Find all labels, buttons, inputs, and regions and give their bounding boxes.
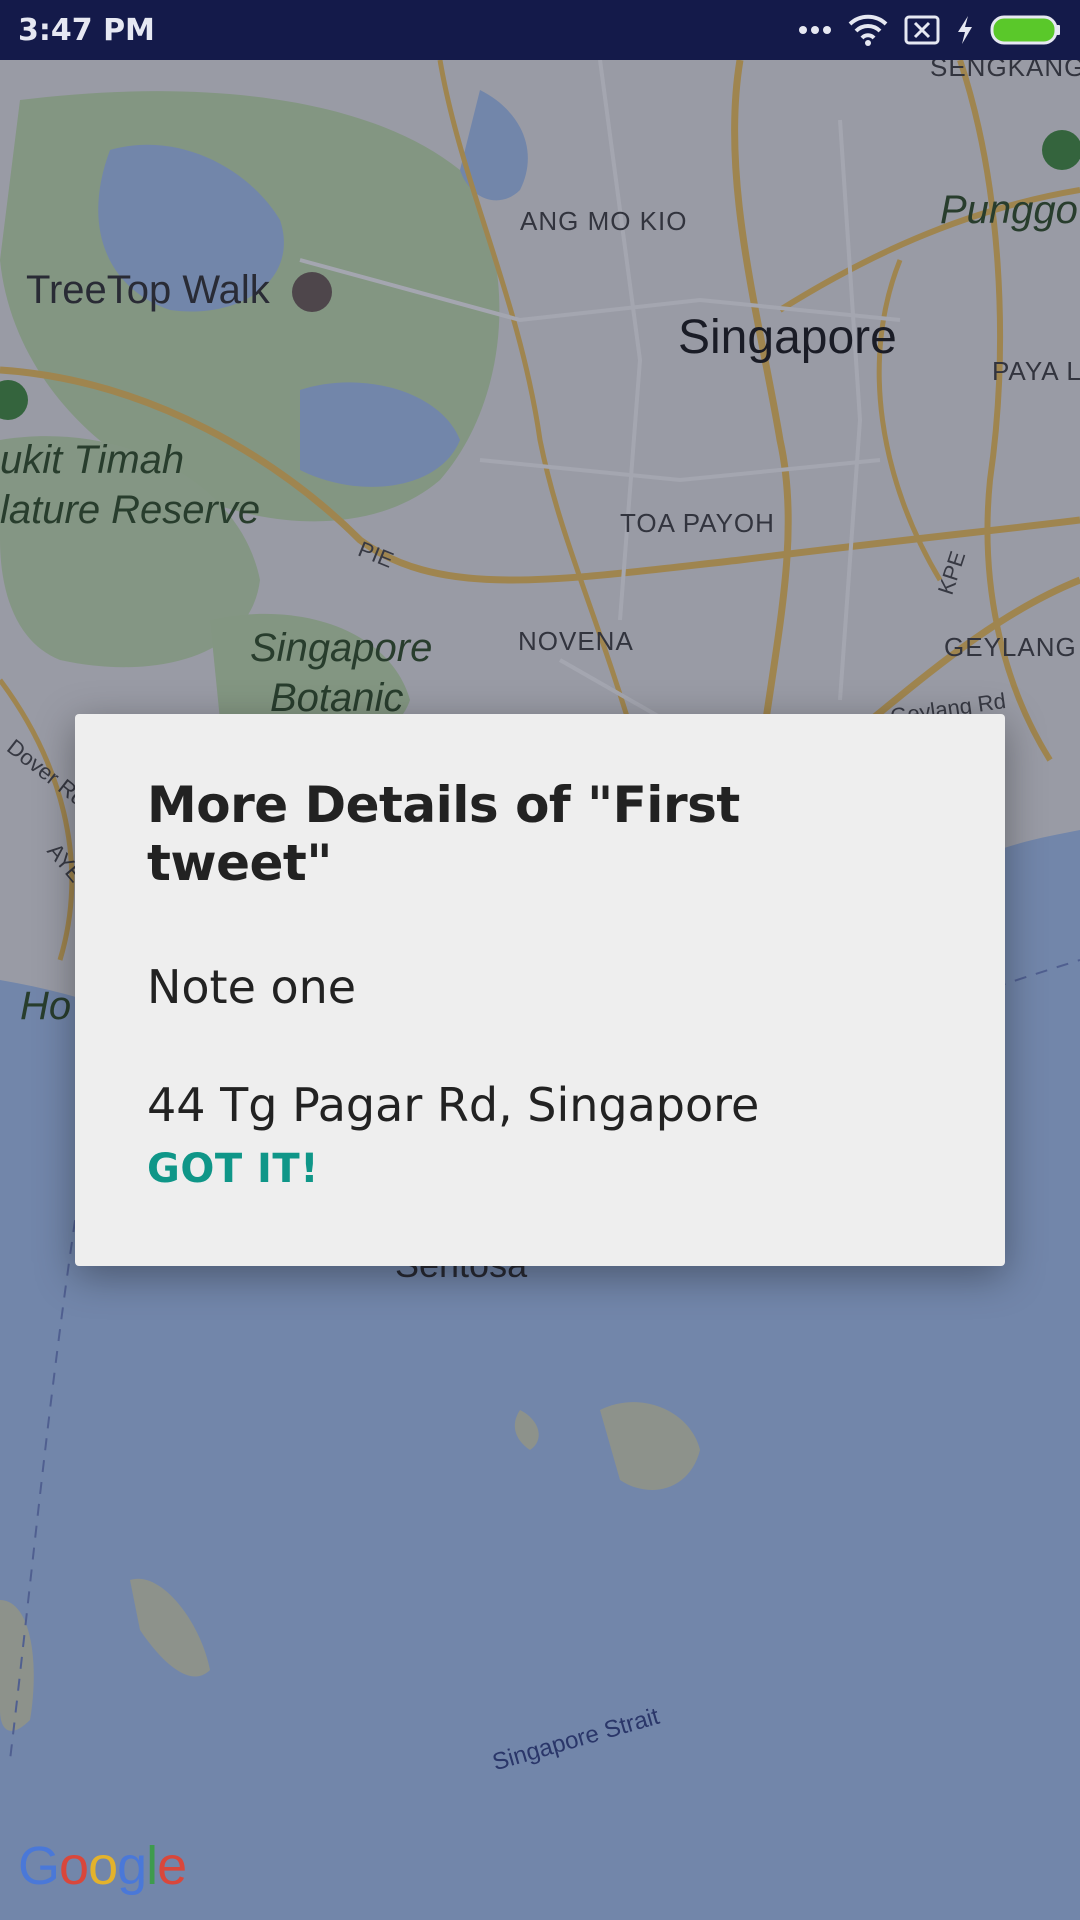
charging-bolt-icon — [956, 15, 974, 45]
battery-icon — [990, 15, 1062, 45]
status-time: 3:47 PM — [18, 12, 155, 48]
status-icons — [798, 14, 1062, 46]
status-bar: 3:47 PM — [0, 0, 1080, 60]
dialog-address: 44 Tg Pagar Rd, Singapore — [147, 1078, 760, 1132]
google-attribution-logo: Google — [18, 1836, 187, 1896]
dialog-note: Note one — [147, 960, 357, 1014]
sim-none-icon — [904, 15, 940, 45]
wifi-icon — [848, 14, 888, 46]
details-dialog: More Details of "First tweet" Note one 4… — [75, 714, 1005, 1266]
dialog-title: More Details of "First tweet" — [147, 776, 740, 892]
got-it-button[interactable]: GOT IT! — [147, 1146, 319, 1192]
more-dots-icon — [798, 24, 832, 36]
